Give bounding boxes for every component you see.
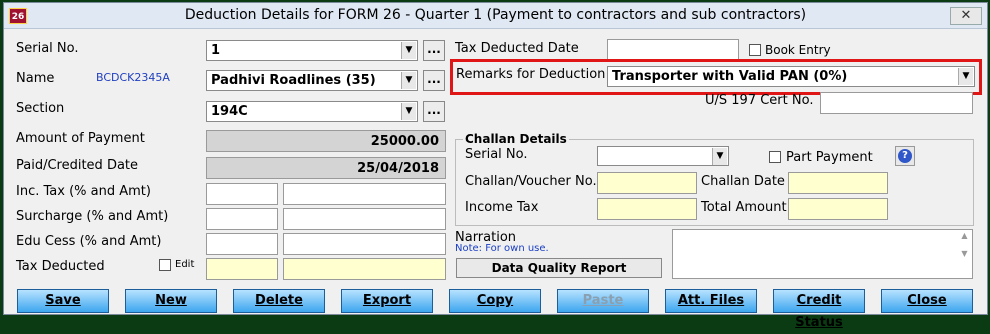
challan-details-title: Challan Details (463, 132, 569, 146)
part-payment-checkbox[interactable] (769, 151, 781, 163)
narration-textarea[interactable]: ▲ ▼ (672, 229, 973, 279)
chevron-down-icon[interactable]: ▼ (401, 103, 416, 120)
name-label: Name (16, 71, 55, 86)
edu-cess-percent-input[interactable] (206, 233, 278, 255)
inc-tax-label: Inc. Tax (% and Amt) (16, 184, 151, 199)
deduction-details-window: 26 Deduction Details for FORM 26 - Quart… (3, 2, 988, 330)
serial-no-value: 1 (211, 43, 221, 58)
section-browse-button[interactable]: ... (423, 101, 445, 122)
tax-deducted-date-input[interactable] (607, 39, 739, 61)
chevron-down-icon[interactable]: ▼ (958, 68, 973, 85)
title-bar: 26 Deduction Details for FORM 26 - Quart… (4, 3, 987, 29)
save-button[interactable]: Save (17, 289, 109, 313)
copy-button[interactable]: Copy (449, 289, 541, 313)
question-icon: ? (898, 149, 912, 163)
chevron-down-icon[interactable]: ▼ (401, 42, 416, 59)
inc-tax-percent-input[interactable] (206, 183, 278, 205)
edit-checkbox-label: Edit (175, 259, 195, 270)
challan-serial-select[interactable]: ▼ (597, 146, 729, 166)
part-payment-label: Part Payment (786, 150, 873, 165)
challan-date-input[interactable] (788, 172, 888, 194)
serial-no-label: Serial No. (16, 41, 79, 56)
remarks-value: Transporter with Valid PAN (0%) (612, 69, 848, 84)
name-select[interactable]: Padhivi Roadlines (35) ▼ (206, 70, 418, 91)
credit-status-button[interactable]: Credit Status (773, 289, 865, 330)
close-window-icon[interactable]: ✕ (950, 7, 982, 25)
tax-deducted-date-label: Tax Deducted Date (455, 41, 579, 56)
paste-button[interactable]: Paste (557, 289, 649, 313)
remarks-select[interactable]: Transporter with Valid PAN (0%) ▼ (607, 66, 975, 87)
new-button[interactable]: New (125, 289, 217, 313)
section-value: 194C (211, 104, 248, 119)
income-tax-input[interactable] (597, 198, 697, 220)
cert-no-label: U/S 197 Cert No. (705, 93, 814, 108)
chevron-down-icon[interactable]: ▼ (401, 72, 416, 89)
edu-cess-label: Edu Cess (% and Amt) (16, 234, 162, 249)
window-title: Deduction Details for FORM 26 - Quarter … (184, 7, 807, 23)
tax-deducted-percent-input[interactable] (206, 258, 278, 280)
serial-no-select[interactable]: 1 ▼ (206, 40, 418, 61)
name-value: Padhivi Roadlines (35) (211, 73, 376, 88)
edu-cess-amount-input[interactable] (283, 233, 446, 255)
pan-code: BCDCK2345A (96, 71, 170, 84)
surcharge-label: Surcharge (% and Amt) (16, 209, 169, 224)
remarks-label: Remarks for Deduction (456, 67, 606, 82)
book-entry-label: Book Entry (765, 43, 831, 57)
paid-credited-date-label: Paid/Credited Date (16, 158, 139, 173)
total-amount-input[interactable] (788, 198, 888, 220)
inc-tax-amount-input[interactable] (283, 183, 446, 205)
amount-of-payment-label: Amount of Payment (16, 131, 145, 146)
challan-date-label: Challan Date (701, 174, 785, 189)
tax-deducted-amount-input[interactable] (283, 258, 446, 280)
tax-deducted-label: Tax Deducted (16, 259, 105, 274)
attach-files-button[interactable]: Att. Files (665, 289, 757, 313)
data-quality-report-button[interactable]: Data Quality Report (456, 258, 662, 278)
challan-serial-label: Serial No. (465, 147, 528, 162)
cert-no-input[interactable] (820, 92, 973, 114)
edit-checkbox[interactable] (159, 259, 171, 271)
challan-voucher-label: Challan/Voucher No. (465, 174, 597, 189)
total-amount-label: Total Amount (701, 200, 787, 215)
name-browse-button[interactable]: ... (423, 70, 445, 91)
income-tax-label: Income Tax (465, 200, 539, 215)
book-entry-checkbox[interactable] (749, 44, 761, 56)
paid-credited-date-field: 25/04/2018 (206, 157, 446, 179)
surcharge-amount-input[interactable] (283, 208, 446, 230)
help-button[interactable]: ? (895, 146, 915, 166)
export-button[interactable]: Export (341, 289, 433, 313)
section-select[interactable]: 194C ▼ (206, 101, 418, 122)
amount-of-payment-field: 25000.00 (206, 130, 446, 152)
delete-button[interactable]: Delete (233, 289, 325, 313)
close-button[interactable]: Close (881, 289, 973, 313)
narration-scrollbar[interactable]: ▲ ▼ (958, 231, 971, 258)
surcharge-percent-input[interactable] (206, 208, 278, 230)
serial-no-browse-button[interactable]: ... (423, 40, 445, 61)
narration-note: Note: For own use. (455, 243, 549, 254)
chevron-down-icon[interactable]: ▼ (712, 148, 727, 165)
section-label: Section (16, 101, 65, 116)
challan-voucher-input[interactable] (597, 172, 697, 194)
